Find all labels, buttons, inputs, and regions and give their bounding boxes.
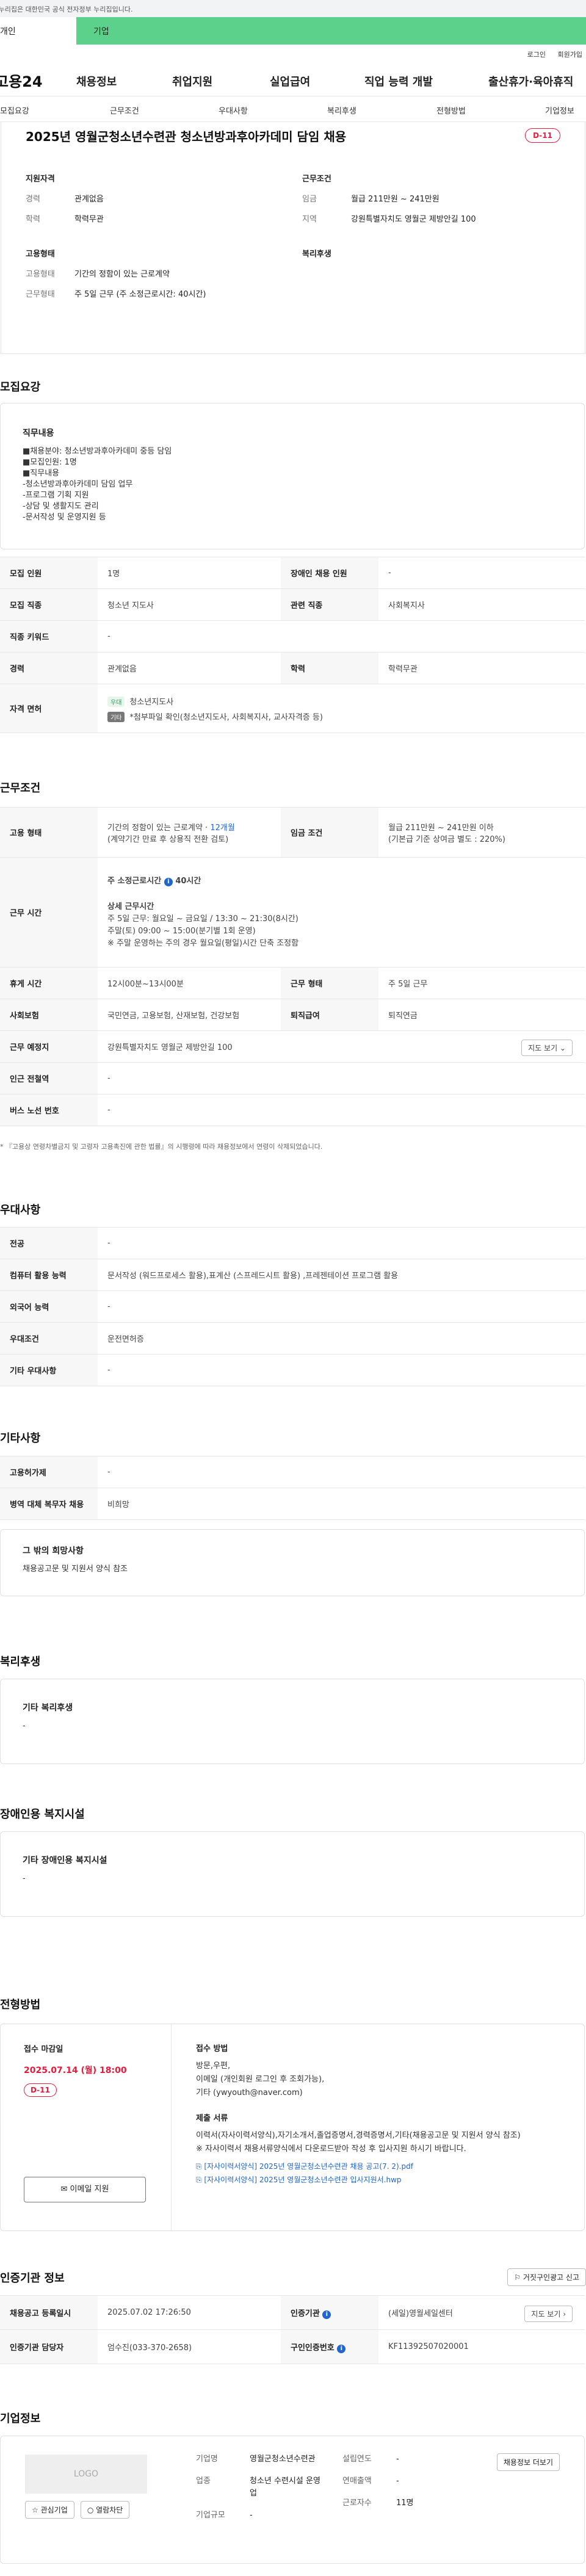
- deadline-panel: 접수 마감일 2025.07.14 (월) 18:00 D-11 ✉ 이메일 지…: [1, 2024, 172, 2230]
- job-description: ■채용분야: 청소년방과후아카데미 중등 담임 ■모집인원: 1명 ■직무내용 …: [23, 447, 172, 522]
- nav-unemployment[interactable]: 실업급여: [270, 73, 310, 89]
- nav-jobs[interactable]: 채용정보: [76, 73, 117, 89]
- tab-individual[interactable]: 개인: [0, 17, 43, 45]
- gov-banner: 이 누리집은 대한민국 공식 전자정부 누리집입니다.: [0, 0, 586, 17]
- section-title-company: 기업정보: [0, 2412, 41, 2425]
- tab-apply[interactable]: 전형방법: [436, 104, 466, 116]
- attachment-pdf-link[interactable]: ⎘ [자사이력서양식] 2025년 영월군청소년수련관 채용 공고(7. 2).…: [196, 2160, 566, 2173]
- extra-wishes-box: 그 밖의 희망사항 채용공고문 및 지원서 양식 참조: [0, 1529, 585, 1596]
- conditions-table: 고용 형태 기간의 정함이 있는 근로계약 · 12개월 (계약기간 만료 후 상용…: [0, 807, 585, 1126]
- attachment-icon: ⎘: [196, 2162, 204, 2171]
- preferences-table: 전공 - 컴퓨터 활용 능력 문서작성 (워드프로세스 활용),표계산 (스프레드시…: [0, 1227, 585, 1386]
- nav-employment-support[interactable]: 취업지원: [172, 73, 212, 89]
- attachment-hwp-link[interactable]: ⎘ [자사이력서양식] 2025년 영월군청소년수련관 입사지원서.hwp: [196, 2173, 566, 2187]
- tab-company[interactable]: 기업정보: [545, 104, 574, 116]
- util-links: 로그인 회원가입: [0, 45, 586, 61]
- report-icon: ⚐: [514, 2273, 523, 2282]
- company-logo: LOGO ☆ 관심기업 ○ 열람차단: [25, 2455, 147, 2519]
- welfare-box: 기타 복리후생 -: [0, 1679, 585, 1764]
- recruit-table: 모집 인원 1명 장애인 채용 인원 - 모집 직종 청소년 지도사 관련 직종 사회복지사…: [0, 557, 585, 733]
- others-table: 고용허가제 - 병역 대체 복무자 채용 비희망: [0, 1456, 585, 1520]
- main-nav: 고용24 채용정보 취업지원 실업급여 직업 능력 개발 출산휴가·육아휴직: [0, 61, 586, 96]
- deadline: 2025.07.14 (월) 18:00: [24, 2066, 127, 2075]
- email-apply-button[interactable]: ✉ 이메일 지원: [24, 2177, 146, 2202]
- condition-block: 근무조건 임금 월급 211만원 ~ 241만원 지역 강원특별자치도 영월군 제방…: [302, 175, 476, 224]
- agency-map-button[interactable]: 지도 보기 ›: [524, 2306, 573, 2322]
- dday-badge: D-11: [525, 128, 560, 143]
- map-view-button[interactable]: 지도 보기 ⌄: [521, 1040, 573, 1056]
- tab-welfare[interactable]: 복리후생: [327, 104, 356, 116]
- tab-recruit[interactable]: 모집요강: [0, 104, 29, 116]
- section-title-conditions: 근무조건: [0, 782, 41, 795]
- welfare-block: 복리후생: [302, 250, 331, 259]
- apply-dday-badge: D-11: [24, 2083, 57, 2097]
- qualification-block: 지원자격 경력 관계없음 학력 학력무관: [26, 175, 104, 224]
- block-view-button[interactable]: ○ 열람차단: [80, 2501, 130, 2519]
- attachment-icon: ⎘: [196, 2176, 204, 2184]
- company-box: LOGO ☆ 관심기업 ○ 열람차단 기업명 영월군청소년수련관 업종 청소년 수련…: [0, 2436, 585, 2564]
- method-panel: 접수 방법 방문,우편, 이메일 (개인회원 로그인 후 조회가능), 기타 (…: [172, 2024, 584, 2187]
- section-title-apply: 전형방법: [0, 1999, 41, 2011]
- summary-grid: 지원자격 경력 관계없음 학력 학력무관 근무조건 임금 월급 211만원 ~ 241…: [11, 145, 575, 308]
- job-title: 2025년 영월군청소년수련관 청소년방과후아카데미 담임 채용: [26, 129, 347, 144]
- info-icon[interactable]: i: [164, 877, 173, 886]
- section-title-others: 기타사항: [0, 1432, 41, 1445]
- envelope-icon: ✉: [60, 2185, 70, 2194]
- company-info-right: 설립연도 - 연매출액 - 근로자수 11명: [342, 2455, 414, 2508]
- cert-table: 채용공고 등록일시 2025.07.02 17:26:50 인증기관 i (세일)영월…: [0, 2295, 585, 2364]
- age-notice: * 『고용상 연령차별금지 및 고령자 고용촉진에 관한 법률』의 시행령에 따…: [0, 1143, 323, 1151]
- section-title-disability: 장애인용 복지시설: [0, 1808, 85, 1821]
- info-icon[interactable]: i: [322, 2310, 331, 2319]
- section-title-preferences: 우대사항: [0, 1204, 41, 1217]
- tab-conditions[interactable]: 근무조건: [110, 104, 139, 116]
- signup-link[interactable]: 회원가입: [558, 51, 582, 59]
- company-info-left: 기업명 영월군청소년수련관 업종 청소년 수련시설 운영업 기업규모 -: [196, 2455, 320, 2520]
- tab-preferences[interactable]: 우대사항: [219, 104, 248, 116]
- nav-parental-leave[interactable]: 출산휴가·육아휴직: [488, 73, 573, 89]
- section-title-recruit: 모집요강: [0, 381, 41, 394]
- company-jobs-button[interactable]: 채용정보 더보기: [496, 2453, 560, 2471]
- nav-training[interactable]: 직업 능력 개발: [364, 73, 433, 89]
- job-description-box: 직무내용 ■채용분야: 청소년방과후아카데미 중등 담임 ■모집인원: 1명 ■…: [0, 403, 585, 549]
- favorite-company-button[interactable]: ☆ 관심기업: [25, 2501, 74, 2519]
- section-title-cert: 인증기관 정보: [0, 2272, 65, 2285]
- section-tabs: 모집요강 근무조건 우대사항 복리후생 전형방법 기업정보: [0, 96, 586, 122]
- apply-box: 접수 마감일 2025.07.14 (월) 18:00 D-11 ✉ 이메일 지…: [0, 2024, 585, 2231]
- tab-business[interactable]: 기업: [76, 17, 168, 45]
- report-fake-ad-button[interactable]: ⚐ 거짓구인광고 신고: [507, 2268, 586, 2286]
- disability-box: 기타 장애인용 복지시설 -: [0, 1831, 585, 1917]
- section-title-welfare: 복리후생: [0, 1655, 41, 1668]
- user-type-tabs: 개인 기업: [0, 17, 586, 45]
- employment-block: 고용형태 고용형태 기간의 정함이 있는 근로계약 근무형태 주 5일 근무 (주 …: [26, 250, 206, 299]
- info-icon[interactable]: i: [337, 2344, 346, 2353]
- login-link[interactable]: 로그인: [527, 51, 546, 59]
- job-summary-card: 2025년 영월군청소년수련관 청소년방과후아카데미 담임 채용 D-11 지원…: [1, 122, 585, 354]
- site-logo[interactable]: 고용24: [0, 70, 43, 91]
